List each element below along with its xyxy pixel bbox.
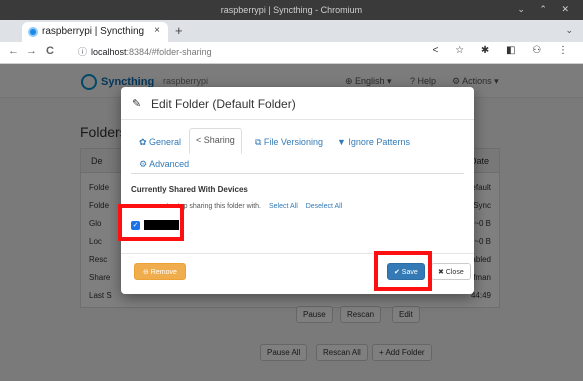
- select-all-link[interactable]: Select All: [269, 203, 298, 210]
- window-controls[interactable]: ⌄ ⌃ ✕: [517, 4, 575, 15]
- tab-advanced[interactable]: ⚙ Advanced: [139, 159, 189, 170]
- tab-ignore-patterns[interactable]: ▼ Ignore Patterns: [337, 137, 410, 147]
- pencil-icon: ✎: [132, 98, 142, 110]
- modal-tabs: ✿ General < Sharing ⧉ File Versioning ▼ …: [131, 128, 464, 174]
- save-highlight-box: [374, 251, 432, 291]
- browser-tab[interactable]: raspberrypi | Syncthing ×: [22, 22, 168, 42]
- modal-header-divider: [121, 119, 474, 120]
- modal-title: Edit Folder (Default Folder): [151, 97, 296, 111]
- deselect-all-link[interactable]: Deselect All: [306, 203, 343, 210]
- reload-icon[interactable]: C: [46, 45, 54, 57]
- new-tab-button[interactable]: +: [175, 23, 183, 38]
- window-titlebar: raspberrypi | Syncthing - Chromium ⌄ ⌃ ✕: [0, 0, 583, 20]
- browser-toolbar: ← → C ⓘ localhost:8384/#folder-sharing < …: [0, 42, 583, 64]
- device-highlight-box: [118, 204, 184, 241]
- shared-devices-heading: Currently Shared With Devices: [131, 185, 248, 194]
- close-button[interactable]: ✖ Close: [431, 263, 471, 280]
- window-title: raspberrypi | Syncthing - Chromium: [220, 5, 363, 15]
- tab-file-versioning[interactable]: ⧉ File Versioning: [255, 137, 323, 148]
- back-icon[interactable]: ←: [8, 45, 19, 57]
- forward-icon[interactable]: →: [26, 45, 37, 57]
- tab-strip: raspberrypi | Syncthing × + ⌄: [0, 20, 583, 42]
- tab-title: raspberrypi | Syncthing: [42, 26, 145, 37]
- tab-general[interactable]: ✿ General: [139, 137, 181, 148]
- syncthing-favicon-icon: [28, 27, 38, 37]
- tab-sharing[interactable]: < Sharing: [189, 128, 242, 154]
- url-host: localhost: [91, 47, 127, 57]
- site-info-icon[interactable]: ⓘ: [78, 47, 87, 57]
- url-path: :8384/#folder-sharing: [126, 47, 212, 57]
- remove-button[interactable]: ⊖ Remove: [134, 263, 186, 280]
- tab-close-icon[interactable]: ×: [154, 25, 160, 36]
- tab-search-icon[interactable]: ⌄: [565, 25, 573, 36]
- toolbar-icons[interactable]: < ☆ ✱ ◧ ⚇ ⋮: [433, 45, 576, 56]
